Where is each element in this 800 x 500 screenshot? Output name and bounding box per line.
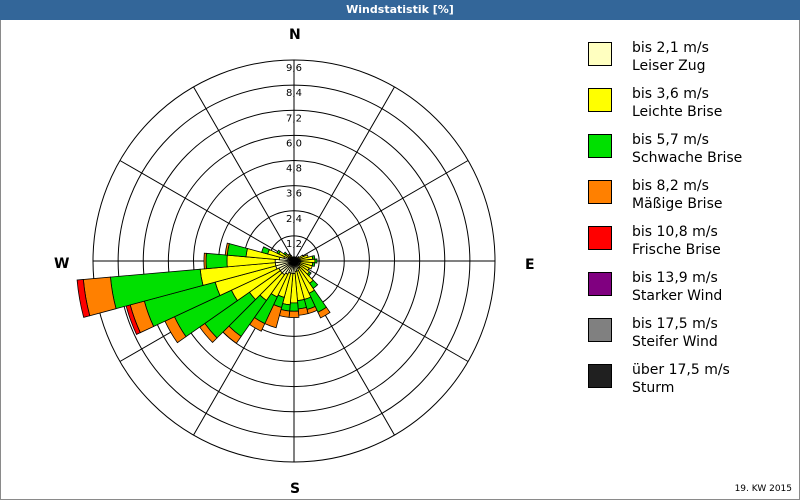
compass-east-label: E <box>525 257 535 273</box>
legend-item: bis 17,5 m/s Steifer Wind <box>588 316 788 362</box>
legend-class-name: Leichte Brise <box>632 104 723 120</box>
wind-bar-180-2 <box>289 302 299 312</box>
chart-title: Windstatistik [%] <box>0 0 800 20</box>
legend-speed-range: bis 10,8 m/s <box>632 224 718 240</box>
legend-class-name: Mäßige Brise <box>632 196 723 212</box>
legend-item: bis 13,9 m/s Starker Wind <box>588 270 788 316</box>
radial-tick-label: 6,0 <box>286 138 302 149</box>
legend-speed-range: bis 2,1 m/s <box>632 40 709 56</box>
wind-bar-350-1 <box>292 256 295 260</box>
wind-bar-270-2 <box>205 252 228 270</box>
grid-spoke <box>119 160 295 262</box>
speed-legend: bis 2,1 m/s Leiser Zug bis 3,6 m/s Leichte … <box>588 40 788 408</box>
legend-speed-range: bis 17,5 m/s <box>632 316 718 332</box>
wind-bar-170-3 <box>297 307 309 316</box>
grid-spoke <box>193 86 295 262</box>
wind-bar-80-2 <box>311 255 316 260</box>
grid-spoke <box>293 86 395 262</box>
legend-swatch <box>588 134 612 158</box>
legend-class-name: Starker Wind <box>632 288 723 304</box>
wind-rose-bars <box>76 242 331 344</box>
legend-speed-range: bis 8,2 m/s <box>632 178 709 194</box>
legend-item: bis 10,8 m/s Frische Brise <box>588 224 788 270</box>
wind-bar-290-2 <box>261 246 270 255</box>
compass-north-label: N <box>289 27 301 43</box>
wind-bar-270-3 <box>203 252 207 270</box>
period-label: 19. KW 2015 <box>734 484 792 494</box>
legend-swatch <box>588 272 612 296</box>
wind-bar-180-3 <box>288 310 300 318</box>
wind-rose-chart: 1,2 2,4 3,6 4,8 6,0 7,2 8,4 9,6 <box>76 59 496 463</box>
radial-tick-label: 3,6 <box>286 189 302 200</box>
legend-swatch <box>588 88 612 112</box>
legend-item: bis 8,2 m/s Mäßige Brise <box>588 178 788 224</box>
wind-bar-310-2 <box>283 251 288 256</box>
legend-swatch <box>588 180 612 204</box>
radial-tick-label: 7,2 <box>286 113 302 124</box>
radial-tick-label: 4,8 <box>286 164 302 175</box>
compass-west-label: W <box>54 256 70 272</box>
grid-spoke <box>293 160 469 262</box>
legend-swatch <box>588 318 612 342</box>
wind-bar-90-2 <box>314 258 318 264</box>
legend-class-name: Leiser Zug <box>632 58 706 74</box>
legend-speed-range: bis 13,9 m/s <box>632 270 718 286</box>
radial-tick-label: 9,6 <box>286 63 302 74</box>
legend-speed-range: bis 5,7 m/s <box>632 132 709 148</box>
compass-south-label: S <box>290 481 301 497</box>
radial-tick-label: 8,4 <box>286 88 302 99</box>
legend-speed-range: über 17,5 m/s <box>632 362 730 378</box>
legend-class-name: Schwache Brise <box>632 150 743 166</box>
legend-class-name: Steifer Wind <box>632 334 718 350</box>
legend-swatch <box>588 364 612 388</box>
radial-tick-label: 2,4 <box>286 214 302 225</box>
legend-item: bis 2,1 m/s Leiser Zug <box>588 40 788 86</box>
legend-class-name: Frische Brise <box>632 242 721 258</box>
legend-speed-range: bis 3,6 m/s <box>632 86 709 102</box>
legend-swatch <box>588 42 612 66</box>
legend-class-name: Sturm <box>632 380 675 396</box>
legend-item: bis 5,7 m/s Schwache Brise <box>588 132 788 178</box>
legend-item: bis 3,6 m/s Leichte Brise <box>588 86 788 132</box>
radial-tick-label: 1,2 <box>286 239 302 250</box>
legend-swatch <box>588 226 612 250</box>
legend-item: über 17,5 m/s Sturm <box>588 362 788 408</box>
wind-bar-280-2 <box>226 243 248 258</box>
